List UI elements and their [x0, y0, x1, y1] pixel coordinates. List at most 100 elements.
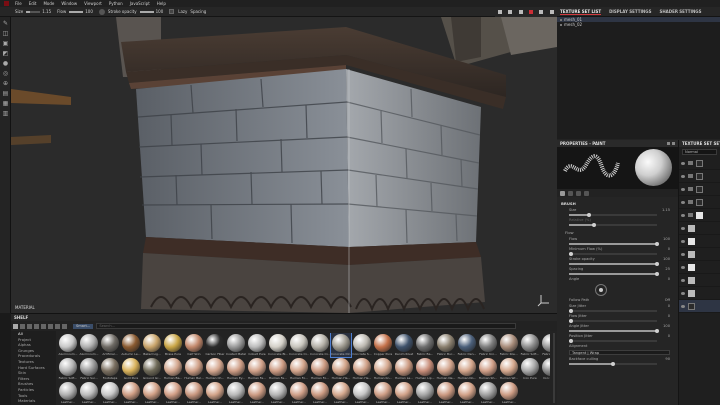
- size-space-slider[interactable]: [569, 223, 657, 227]
- eye-icon[interactable]: [681, 174, 685, 178]
- material-thumbnail[interactable]: Human Ha...: [331, 357, 351, 381]
- material-thumbnail[interactable]: Leather...: [268, 381, 288, 405]
- layer-row-selected[interactable]: [679, 300, 720, 313]
- material-thumbnail[interactable]: Ground Gr...: [142, 357, 162, 381]
- clone-icon[interactable]: ◎: [2, 70, 9, 77]
- angle-param-value[interactable]: 0: [668, 277, 670, 281]
- material-thumbnail[interactable]: Iron Pure: [520, 357, 540, 381]
- size-jitter-value[interactable]: 0: [668, 304, 670, 308]
- material-thumbnail[interactable]: Human Wr...: [499, 357, 519, 381]
- projection-icon[interactable]: ▣: [2, 40, 9, 47]
- texture-set-item[interactable]: mesh_02: [557, 22, 720, 27]
- stroke-opacity-slider[interactable]: [139, 10, 154, 13]
- position-jitter-slider[interactable]: [569, 339, 657, 343]
- material-thumbnail[interactable]: Leather...: [394, 381, 414, 405]
- material-thumbnail[interactable]: Cobalt Pure: [247, 333, 267, 357]
- eye-icon[interactable]: [681, 304, 685, 308]
- layer-row[interactable]: [679, 170, 720, 183]
- material-thumbnail[interactable]: Human Ne...: [436, 357, 456, 381]
- size-slider[interactable]: [26, 10, 41, 13]
- material-thumbnail[interactable]: Human Lip...: [415, 357, 435, 381]
- flow-param-slider[interactable]: [569, 242, 659, 246]
- material-thumbnail[interactable]: Leather...: [205, 381, 225, 405]
- material-thumbnail[interactable]: Human Fe...: [268, 357, 288, 381]
- pause-icon[interactable]: [498, 10, 503, 14]
- size-jitter-slider[interactable]: [569, 309, 657, 313]
- material-thumbnail[interactable]: Leather...: [184, 381, 204, 405]
- material-thumbnail[interactable]: Human Ey...: [226, 357, 246, 381]
- menu-python[interactable]: Python: [109, 1, 123, 6]
- material-thumbnail[interactable]: Concrete Bl...: [268, 333, 288, 357]
- paint-brush-icon[interactable]: ✎: [2, 20, 9, 27]
- color-picker-icon[interactable]: ⊕: [2, 80, 9, 87]
- alignment-select[interactable]: Tangent | Wrap: [569, 350, 670, 355]
- material-thumbnail[interactable]: Fabric Soft...: [58, 357, 78, 381]
- eye-icon[interactable]: [681, 291, 685, 295]
- folder-icon[interactable]: [13, 323, 18, 329]
- size-param-value[interactable]: 1.15: [662, 208, 670, 212]
- material-thumbnail[interactable]: Calf Skin: [184, 333, 204, 357]
- material-thumbnail[interactable]: Leather...: [79, 381, 99, 405]
- material-thumbnail[interactable]: Human Le...: [394, 357, 414, 381]
- material-thumbnail[interactable]: Human No...: [457, 357, 477, 381]
- list-view-icon[interactable]: [27, 323, 32, 329]
- material-thumbnail[interactable]: Leather...: [121, 381, 141, 405]
- measure-icon[interactable]: ▥: [2, 110, 9, 117]
- layer-row[interactable]: [679, 287, 720, 300]
- eye-icon[interactable]: [681, 239, 685, 243]
- material-thumbnail[interactable]: Carbon Fiber: [205, 333, 225, 357]
- tab-display-settings[interactable]: DISPLAY SETTINGS: [609, 9, 651, 14]
- menu-javascript[interactable]: JavaScript: [130, 1, 150, 6]
- material-thumbnail[interactable]: Baked Lig...: [142, 333, 162, 357]
- material-thumbnail[interactable]: Human Sh...: [478, 357, 498, 381]
- filter-icon[interactable]: [62, 323, 67, 329]
- backface-slider[interactable]: [569, 362, 657, 366]
- material-thumbnail[interactable]: Leather...: [247, 381, 267, 405]
- layout-icon[interactable]: [549, 10, 554, 14]
- material-thumbnail[interactable]: Concrete Dir...: [330, 333, 352, 358]
- material-thumbnail[interactable]: Fabric Rou...: [499, 333, 519, 357]
- stroke-opacity-param-value[interactable]: 100: [663, 257, 670, 261]
- material-thumbnail[interactable]: Human He...: [352, 357, 372, 381]
- material-thumbnail[interactable]: Leather...: [478, 381, 498, 405]
- eye-icon[interactable]: [681, 161, 685, 165]
- material-thumbnail[interactable]: Fabric Kni...: [478, 333, 498, 357]
- layer-row[interactable]: [679, 196, 720, 209]
- backface-value[interactable]: 90: [665, 357, 670, 361]
- material-thumbnail[interactable]: Leather...: [352, 381, 372, 405]
- flow-slider[interactable]: [69, 10, 84, 13]
- menu-edit[interactable]: Edit: [29, 1, 37, 6]
- material-thumbnail[interactable]: Human Ba...: [163, 357, 183, 381]
- flow-jitter-slider[interactable]: [569, 319, 657, 323]
- menu-window[interactable]: Window: [61, 1, 77, 6]
- material-thumbnail[interactable]: Leather...: [163, 381, 183, 405]
- filter-tag[interactable]: Smart...: [73, 323, 94, 329]
- material-thumbnail[interactable]: Artificial...: [100, 333, 120, 357]
- material-thumbnail[interactable]: Aluminium...: [58, 333, 78, 357]
- eye-icon[interactable]: [681, 265, 685, 269]
- material-thumbnail[interactable]: Leather...: [373, 381, 393, 405]
- material-thumbnail[interactable]: Concrete Cl...: [310, 333, 330, 357]
- layer-row[interactable]: [679, 222, 720, 235]
- stroke-opacity-param-slider[interactable]: [569, 262, 659, 266]
- menu-mode[interactable]: Mode: [43, 1, 54, 6]
- axis-gizmo-icon[interactable]: [537, 293, 551, 307]
- flow-jitter-value[interactable]: 0: [668, 314, 670, 318]
- material-thumbnail[interactable]: Fabric Soft...: [520, 333, 540, 357]
- brush-tab-icon[interactable]: [560, 190, 565, 196]
- material-thumbnail[interactable]: Fabric Ba...: [415, 333, 435, 357]
- add-icon[interactable]: [55, 323, 60, 329]
- layer-row[interactable]: [679, 209, 720, 222]
- smudge-icon[interactable]: ●: [2, 60, 9, 67]
- material-thumbnail[interactable]: Human Fo...: [310, 357, 330, 381]
- visibility-icon[interactable]: [560, 18, 562, 21]
- eye-icon[interactable]: [681, 252, 685, 256]
- material-thumbnail[interactable]: Autumn Le...: [121, 333, 141, 357]
- eye-icon[interactable]: [681, 213, 685, 217]
- tab-texture-set-list[interactable]: TEXTURE SET LIST: [560, 9, 602, 15]
- material-thumbnail[interactable]: Copper Pure: [373, 333, 393, 357]
- stencil-tab-icon[interactable]: [584, 190, 589, 196]
- menu-help[interactable]: Help: [157, 1, 166, 6]
- eye-icon[interactable]: [681, 278, 685, 282]
- material-thumbnail[interactable]: Leather...: [415, 381, 435, 405]
